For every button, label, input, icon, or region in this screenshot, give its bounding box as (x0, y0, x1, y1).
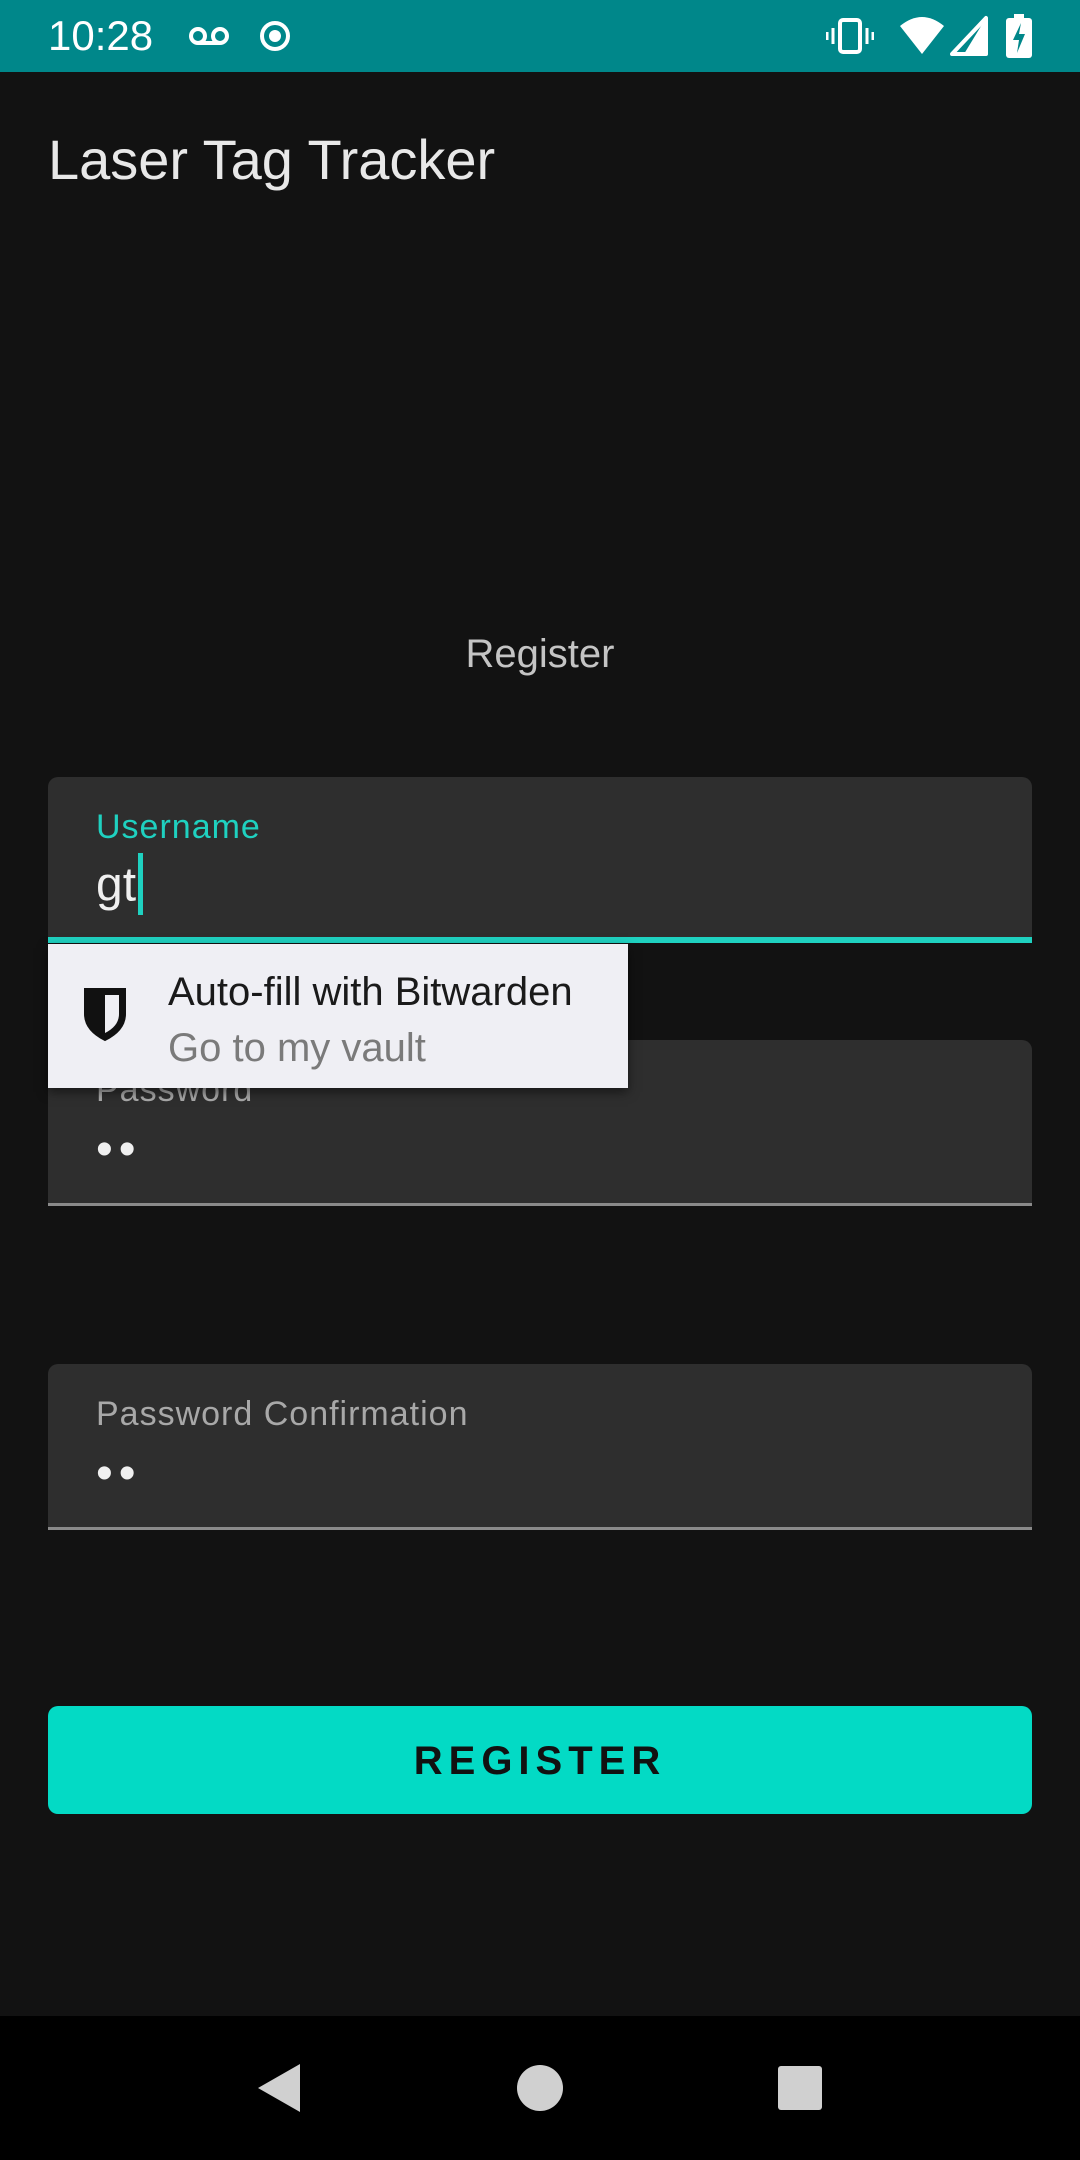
cellular-signal-icon (950, 16, 988, 56)
password-confirmation-field[interactable]: Password Confirmation •• (48, 1364, 1032, 1530)
vibrate-icon (826, 18, 874, 54)
screen-heading: Register (465, 632, 615, 676)
username-label: Username (96, 808, 261, 846)
bitwarden-shield-icon (84, 988, 126, 1042)
password-input[interactable]: •• (96, 1122, 142, 1178)
autofill-title: Auto-fill with Bitwarden (168, 970, 573, 1014)
password-confirmation-input[interactable]: •• (96, 1446, 142, 1502)
username-field[interactable]: Username gt (48, 777, 1032, 943)
recents-icon[interactable] (768, 2056, 832, 2120)
home-icon[interactable] (508, 2056, 572, 2120)
back-icon[interactable] (248, 2056, 312, 2120)
app-title: Laser Tag Tracker (48, 128, 496, 191)
voicemail-icon (189, 27, 229, 45)
password-underline (48, 1203, 1032, 1206)
status-bar: 10:28 (0, 0, 1080, 72)
username-input[interactable]: gt (96, 853, 144, 919)
password-confirmation-underline (48, 1527, 1032, 1530)
battery-charging-icon (1006, 14, 1032, 58)
register-button[interactable]: REGISTER (48, 1706, 1032, 1814)
wifi-icon (900, 17, 944, 54)
record-icon (260, 21, 290, 51)
autofill-subtitle: Go to my vault (168, 1026, 426, 1070)
navigation-bar (0, 2016, 1080, 2160)
password-confirmation-label: Password Confirmation (96, 1395, 469, 1433)
register-screen: 10:28 Laser Tag Tracker Register Usernam… (0, 0, 1080, 2160)
autofill-suggestion[interactable]: Auto-fill with Bitwarden Go to my vault (48, 944, 628, 1088)
username-value: gt (96, 858, 137, 912)
status-time: 10:28 (48, 12, 154, 59)
username-underline (48, 937, 1032, 943)
text-cursor (138, 853, 144, 915)
